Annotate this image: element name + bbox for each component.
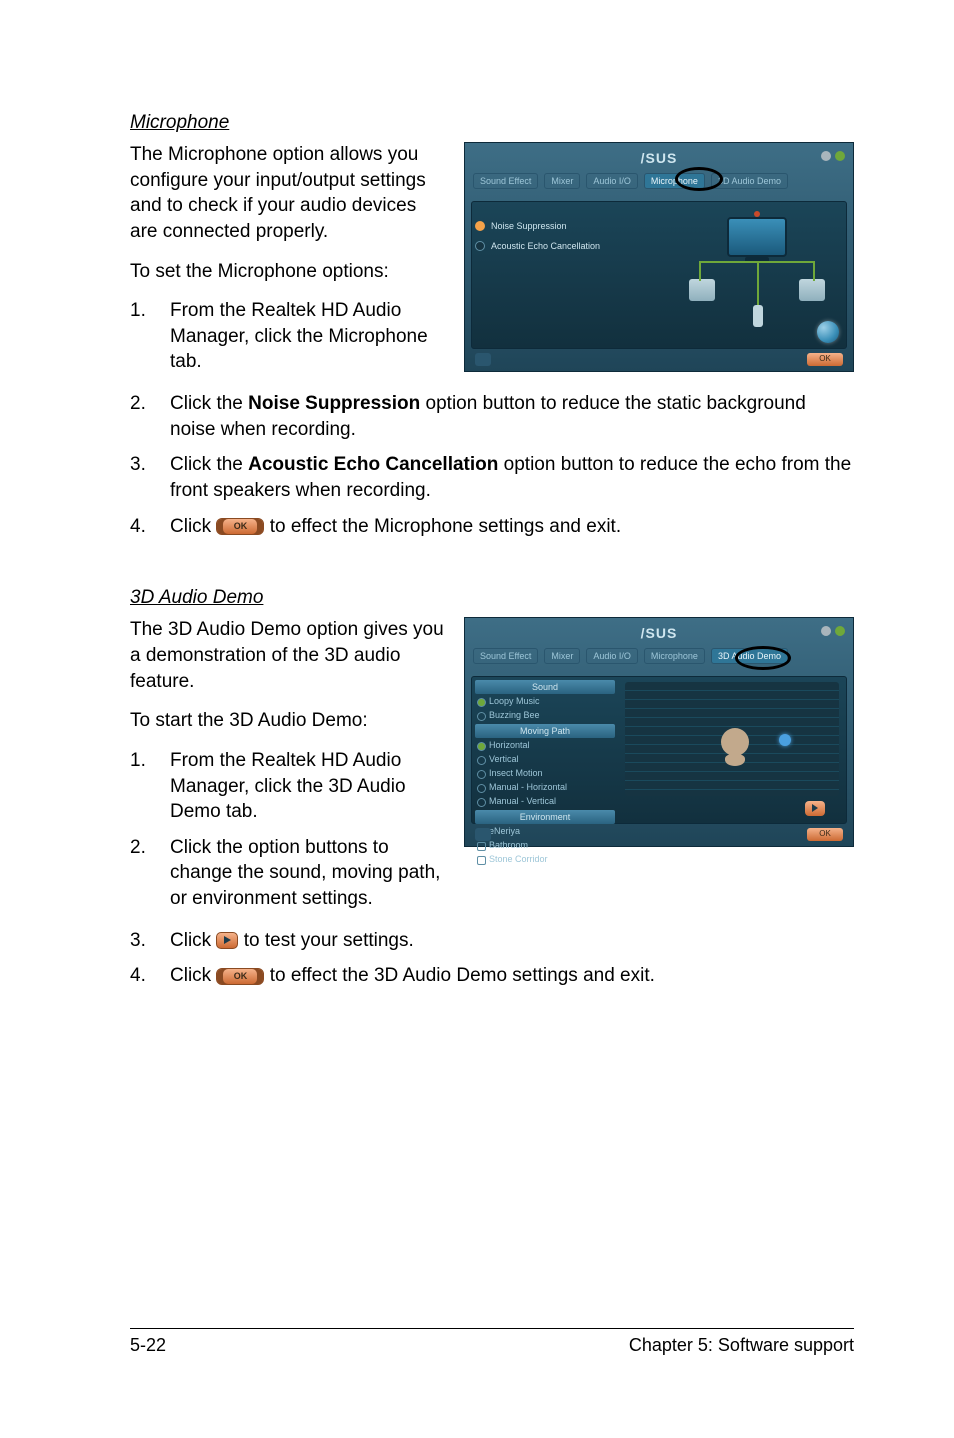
text: to test your settings.	[244, 930, 414, 951]
demo-step-3: Click to test your settings.	[170, 928, 854, 954]
sound-group: Sound Loopy Music Buzzing Bee	[475, 680, 615, 722]
noise-suppression-option[interactable]: Noise Suppression	[475, 221, 635, 231]
listener-head-icon	[721, 728, 749, 756]
bold-text: Acoustic Echo Cancellation	[248, 454, 498, 475]
microphone-intro: The Microphone option allows you configu…	[130, 142, 446, 245]
sound-loopy-music[interactable]: Loopy Music	[475, 694, 615, 708]
moving-path-header: Moving Path	[475, 724, 615, 738]
3d-audio-intro: The 3D Audio Demo option gives you a dem…	[130, 617, 446, 694]
mic-step-1: From the Realtek HD Audio Manager, click…	[170, 298, 446, 375]
tab-sound-effect[interactable]: Sound Effect	[473, 173, 538, 189]
globe-icon[interactable]	[817, 321, 839, 343]
page-footer: 5-22 Chapter 5: Software support	[130, 1328, 854, 1356]
tab-mixer[interactable]: Mixer	[544, 173, 580, 189]
connection-diagram	[677, 209, 837, 349]
step-number: 1.	[130, 748, 170, 825]
mic-step-2: Click the Noise Suppression option butto…	[170, 391, 854, 442]
mic-step-3: Click the Acoustic Echo Cancellation opt…	[170, 452, 854, 503]
demo-step-2: Click the option buttons to change the s…	[170, 835, 446, 912]
bold-text: Noise Suppression	[248, 393, 420, 414]
page-number: 5-22	[130, 1335, 166, 1356]
tab-bar: Sound Effect Mixer Audio I/O Microphone …	[465, 648, 853, 668]
path-manual-horizontal[interactable]: Manual - Horizontal	[475, 780, 615, 794]
text: Click the	[170, 393, 248, 414]
step-number: 2.	[130, 391, 170, 442]
noise-suppression-label: Noise Suppression	[491, 221, 567, 231]
mic-step-4: Click OK to effect the Microphone settin…	[170, 514, 854, 540]
tab-sound-effect[interactable]: Sound Effect	[473, 648, 538, 664]
ok-button[interactable]: OK	[807, 353, 843, 366]
asus-logo: /SUS	[641, 625, 678, 641]
microphone-section: Microphone The Microphone option allows …	[130, 112, 854, 539]
step-number: 3.	[130, 452, 170, 503]
demo-step-1: From the Realtek HD Audio Manager, click…	[170, 748, 446, 825]
chapter-label: Chapter 5: Software support	[629, 1335, 854, 1356]
tab-bar: Sound Effect Mixer Audio I/O Microphone …	[465, 173, 853, 193]
path-vertical[interactable]: Vertical	[475, 752, 615, 766]
acoustic-echo-option[interactable]: Acoustic Echo Cancellation	[475, 241, 635, 251]
text: Click	[170, 965, 216, 986]
ok-button[interactable]: OK	[807, 828, 843, 841]
tab-microphone[interactable]: Microphone	[644, 648, 705, 664]
info-button[interactable]	[475, 828, 491, 841]
3d-audio-demo-section: 3D Audio Demo The 3D Audio Demo option g…	[130, 587, 854, 989]
window-controls	[821, 151, 845, 161]
tab-audio-io[interactable]: Audio I/O	[586, 648, 638, 664]
asus-logo: /SUS	[641, 150, 678, 166]
step-number: 3.	[130, 928, 170, 954]
3d-audio-heading: 3D Audio Demo	[130, 587, 854, 609]
tab-mixer[interactable]: Mixer	[544, 648, 580, 664]
text: Click the	[170, 454, 248, 475]
env-stone-corridor[interactable]: Stone Corridor	[475, 852, 615, 866]
play-button[interactable]	[805, 801, 825, 816]
path-insect-motion[interactable]: Insect Motion	[475, 766, 615, 780]
step-number: 1.	[130, 298, 170, 375]
microphone-heading: Microphone	[130, 112, 854, 134]
text: Click	[170, 930, 216, 951]
text: to effect the 3D Audio Demo settings and…	[270, 965, 655, 986]
microphone-screenshot: /SUS Sound Effect Mixer Audio I/O Microp…	[464, 142, 854, 372]
environment-header: Environment	[475, 810, 615, 824]
step-number: 2.	[130, 835, 170, 912]
3d-audio-screenshot: /SUS Sound Effect Mixer Audio I/O Microp…	[464, 617, 854, 847]
step-number: 4.	[130, 963, 170, 989]
tab-audio-io[interactable]: Audio I/O	[586, 173, 638, 189]
text: Click	[170, 516, 216, 537]
tab-3d-audio-demo[interactable]: 3D Audio Demo	[711, 173, 788, 189]
sound-source-icon	[779, 734, 791, 746]
ok-button-icon: OK	[216, 518, 264, 535]
info-button[interactable]	[475, 353, 491, 366]
window-controls	[821, 626, 845, 636]
tab-3d-audio-demo[interactable]: 3D Audio Demo	[711, 648, 788, 664]
path-horizontal[interactable]: Horizontal	[475, 738, 615, 752]
acoustic-echo-label: Acoustic Echo Cancellation	[491, 241, 600, 251]
3d-audio-lead: To start the 3D Audio Demo:	[130, 708, 446, 734]
text: to effect the Microphone settings and ex…	[270, 516, 621, 537]
ok-button-icon: OK	[216, 968, 264, 985]
step-number: 4.	[130, 514, 170, 540]
demo-step-4: Click OK to effect the 3D Audio Demo set…	[170, 963, 854, 989]
microphone-lead: To set the Microphone options:	[130, 259, 446, 285]
tab-microphone[interactable]: Microphone	[644, 173, 705, 189]
sound-header: Sound	[475, 680, 615, 694]
path-manual-vertical[interactable]: Manual - Vertical	[475, 794, 615, 808]
moving-path-group: Moving Path Horizontal Vertical Insect M…	[475, 724, 615, 808]
sound-buzzing-bee[interactable]: Buzzing Bee	[475, 708, 615, 722]
3d-visualizer	[625, 682, 839, 796]
play-button-icon	[216, 932, 238, 949]
